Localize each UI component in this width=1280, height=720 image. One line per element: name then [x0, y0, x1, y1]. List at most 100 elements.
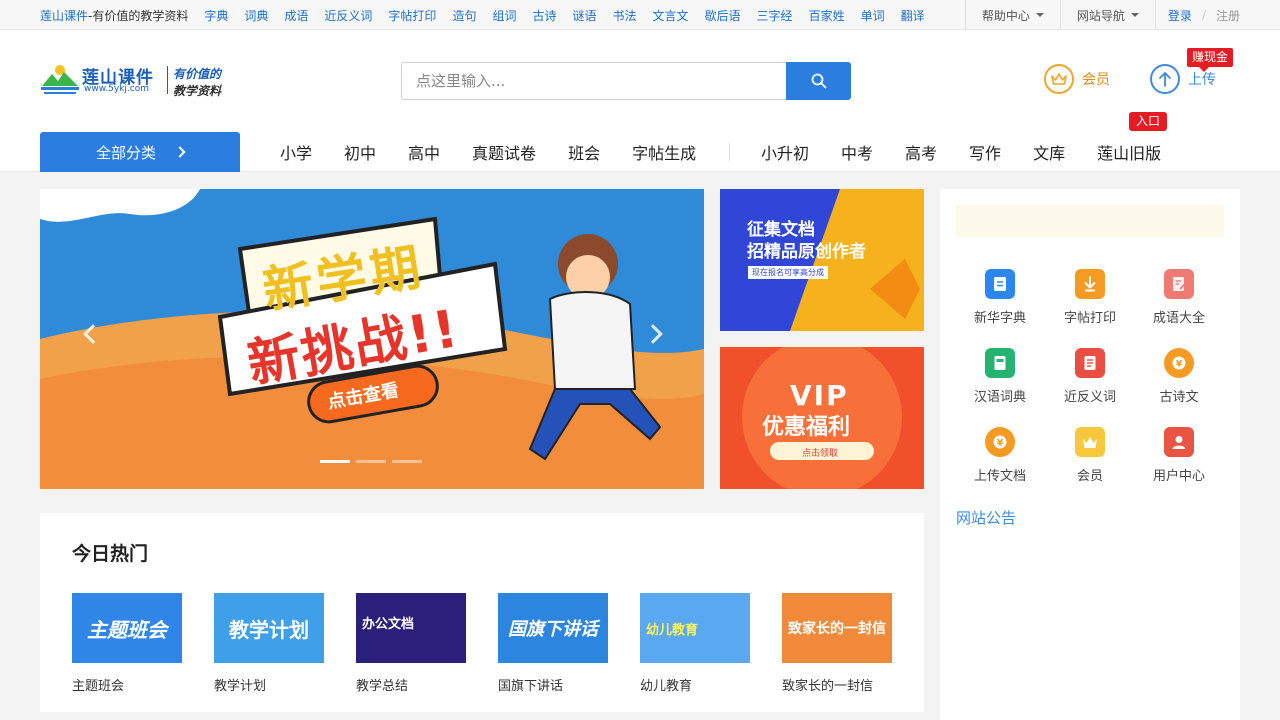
right-panel: 新华字典 字帖打印 成语大全 汉语词典 近反义词 ¥ 古诗文 ¥ 上传文档 会员… — [940, 189, 1240, 720]
tool-copybook-print[interactable]: 字帖打印 — [1050, 269, 1130, 326]
hot-item-caption: 致家长的一封信 — [782, 679, 874, 694]
tool-user-center[interactable]: 用户中心 — [1139, 427, 1219, 484]
tool-ancient-poems[interactable]: ¥ 古诗文 — [1139, 348, 1219, 405]
thumb-text: 主题班会 — [87, 617, 167, 642]
carousel-dot-3[interactable] — [392, 460, 422, 463]
search-icon — [811, 73, 826, 89]
tool-upload-document[interactable]: ¥ 上传文档 — [960, 427, 1040, 484]
top-link-calligraphy[interactable]: 书法 — [613, 7, 637, 24]
hot-item[interactable]: 国旗下讲话 国旗下讲话 — [498, 593, 608, 694]
hot-item[interactable]: 教学计划 教学计划 — [214, 593, 324, 694]
hot-item-thumbnail: 教学计划 — [214, 593, 324, 663]
site-announcement-link[interactable]: 网站公告 — [956, 507, 1016, 528]
carousel-dots — [320, 460, 428, 463]
tool-label: 汉语词典 — [973, 390, 1026, 405]
ad2-title-1: VIP — [790, 379, 849, 412]
search-input[interactable] — [401, 62, 786, 100]
top-link-synonym[interactable]: 近反义词 — [324, 7, 372, 24]
top-link-copybook[interactable]: 字帖打印 — [388, 7, 436, 24]
site-nav-dropdown[interactable]: 网站导航 — [1059, 0, 1155, 30]
hot-item-thumbnail: 致家长的一封信 — [782, 593, 892, 663]
nav-senior-high[interactable]: 高中 — [408, 140, 440, 164]
site-logo[interactable]: 莲山课件 www.5ykj.com 有价值的 教学资料 — [40, 62, 230, 102]
carousel-dot-2[interactable] — [356, 460, 386, 463]
top-links: 莲山课件 -有价值的教学资料 字典 词典 成语 近反义词 字帖打印 造句 组词 … — [40, 0, 941, 30]
top-link-classical[interactable]: 文言文 — [653, 7, 689, 24]
register-link[interactable]: 注册 — [1216, 7, 1240, 24]
search-button[interactable] — [786, 62, 851, 100]
hot-item[interactable]: 主题班会 主题班会 — [72, 593, 182, 694]
thumb-text: 办公文档 — [362, 617, 415, 632]
top-link-sentence[interactable]: 造句 — [452, 7, 476, 24]
all-categories-label: 全部分类 — [95, 143, 156, 162]
tool-synonyms[interactable]: 近反义词 — [1050, 348, 1130, 405]
upload-label: 上传 — [1188, 72, 1216, 88]
top-right: 帮助中心 网站导航 登录 / 注册 — [964, 0, 1240, 30]
banner-carousel[interactable]: 新学期 新挑战!! 点击查看 — [40, 189, 704, 489]
nav-old-version[interactable]: 莲山旧版 — [1097, 140, 1161, 164]
user-icon — [1164, 427, 1194, 457]
hot-item-caption: 主题班会 — [72, 679, 125, 694]
tool-member[interactable]: 会员 — [1050, 427, 1130, 484]
hot-item[interactable]: 致家长的一封信 致家长的一封信 — [782, 593, 892, 694]
brand-link[interactable]: 莲山课件 — [40, 7, 88, 24]
crown-icon — [1075, 427, 1105, 457]
caret-down-icon — [1130, 13, 1139, 17]
nav-writing[interactable]: 写作 — [969, 140, 1001, 164]
top-link-translate[interactable]: 翻译 — [901, 7, 925, 24]
dictionary-icon — [985, 269, 1015, 299]
logo-divider — [167, 66, 168, 94]
tool-chinese-dictionary[interactable]: 汉语词典 — [960, 348, 1040, 405]
tool-label: 古诗文 — [1159, 390, 1199, 405]
top-link-poem[interactable]: 古诗 — [532, 7, 556, 24]
top-link-sanzijing[interactable]: 三字经 — [757, 7, 793, 24]
nav-class-meeting[interactable]: 班会 — [568, 140, 600, 164]
top-link-vocab[interactable]: 单词 — [861, 7, 885, 24]
upload-arrow-icon — [1150, 64, 1180, 94]
main-nav-primary: 小学 初中 高中 真题试卷 班会 字帖生成 — [280, 132, 728, 172]
member-button[interactable]: 会员 — [1044, 64, 1110, 94]
tool-idioms[interactable]: 成语大全 — [1139, 269, 1219, 326]
ad-call-for-authors[interactable]: 征集文档 招精品原创作者 现在报名可享高分成 — [720, 189, 924, 331]
top-link-xiehouyu[interactable]: 歇后语 — [705, 7, 741, 24]
all-categories-button[interactable]: 全部分类 — [40, 132, 240, 172]
tool-label: 会员 — [1076, 469, 1103, 484]
hot-item[interactable]: 办公文档 教学总结 — [356, 593, 466, 694]
login-link[interactable]: 登录 — [1168, 7, 1192, 24]
top-link-cidian[interactable]: 词典 — [244, 7, 268, 24]
thumb-text: 教学计划 — [229, 617, 309, 642]
hot-item-thumbnail: 国旗下讲话 — [498, 593, 608, 663]
entry-badge[interactable]: 入口 — [1129, 112, 1168, 131]
help-center-dropdown[interactable]: 帮助中心 — [964, 0, 1060, 30]
hot-item-thumbnail: 办公文档 — [356, 593, 466, 663]
top-link-dictionary[interactable]: 字典 — [204, 7, 228, 24]
logo-url: www.5ykj.com — [84, 84, 149, 94]
help-center-label: 帮助中心 — [981, 8, 1030, 23]
book-icon — [985, 348, 1015, 378]
carousel-dot-1[interactable] — [320, 460, 350, 463]
search-box — [401, 62, 851, 100]
site-nav-label: 网站导航 — [1076, 8, 1125, 23]
top-link-idiom[interactable]: 成语 — [284, 7, 308, 24]
ad-vip-benefits[interactable]: VIP 优惠福利 点击领取 — [720, 347, 924, 489]
top-link-words[interactable]: 组词 — [492, 7, 516, 24]
nav-past-papers[interactable]: 真题试卷 — [472, 140, 536, 164]
poem-icon: ¥ — [1164, 348, 1194, 378]
top-link-riddle[interactable]: 谜语 — [572, 7, 596, 24]
ad1-tag: 现在报名可享高分成 — [748, 266, 828, 279]
nav-copybook-generator[interactable]: 字帖生成 — [632, 140, 696, 164]
nav-junior-high[interactable]: 初中 — [344, 140, 376, 164]
logo-tagline-2: 教学资料 — [173, 84, 222, 98]
earn-cash-badge[interactable]: 赚现金 — [1187, 48, 1234, 72]
nav-middle-school-entrance[interactable]: 小升初 — [761, 140, 809, 164]
main-nav-secondary: 小升初 中考 高考 写作 文库 莲山旧版 — [761, 132, 1193, 172]
document-icon — [1075, 348, 1105, 378]
nav-primary-school[interactable]: 小学 — [280, 140, 312, 164]
nav-gaokao[interactable]: 高考 — [905, 140, 937, 164]
nav-zhongkao[interactable]: 中考 — [841, 140, 873, 164]
hot-item[interactable]: 幼儿教育 幼儿教育 — [640, 593, 750, 694]
nav-library[interactable]: 文库 — [1033, 140, 1065, 164]
chevron-right-icon — [174, 146, 186, 158]
tool-xinhua-dictionary[interactable]: 新华字典 — [960, 269, 1040, 326]
top-link-surnames[interactable]: 百家姓 — [809, 7, 845, 24]
